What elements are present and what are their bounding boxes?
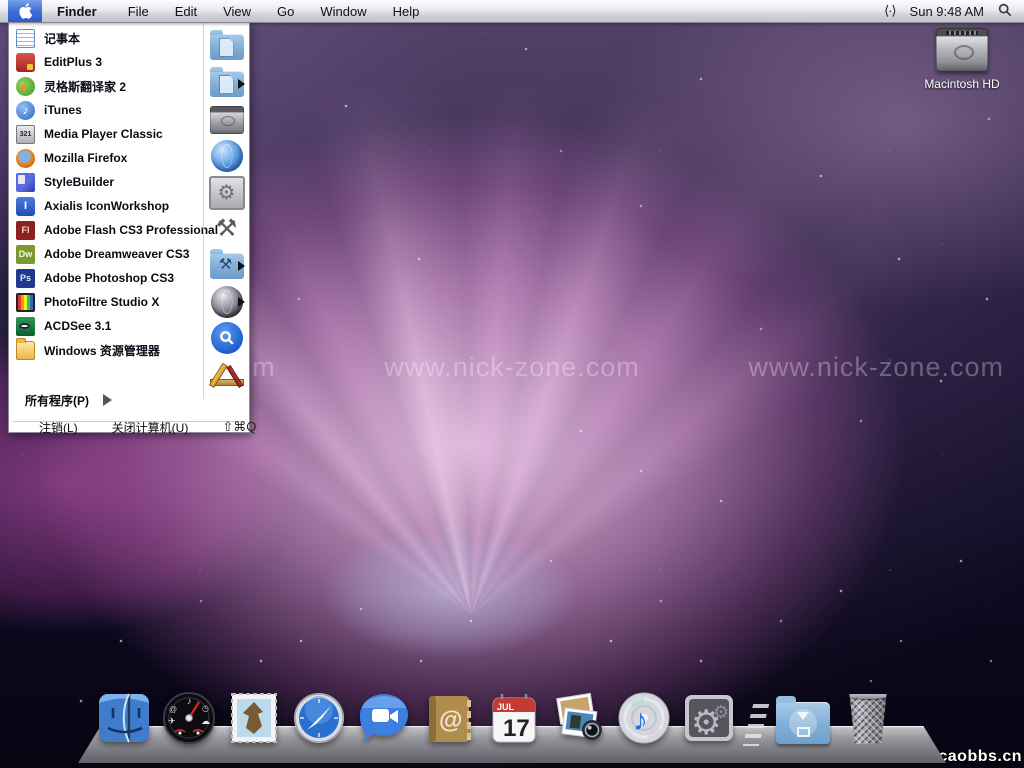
svg-text:✈: ✈ xyxy=(168,716,176,726)
system-preferences-side-icon[interactable]: ⚙ xyxy=(209,176,245,210)
menu-item-lingoes[interactable]: 灵格斯翻译家 2 xyxy=(9,74,206,98)
menu-item-dreamweaver[interactable]: DwAdobe Dreamweaver CS3 xyxy=(9,242,206,266)
dock-iphoto-icon[interactable] xyxy=(551,690,607,746)
menubar-item-file[interactable]: File xyxy=(115,0,162,22)
dock-system-preferences-icon[interactable]: ⚙ ⚙ xyxy=(681,690,737,746)
menu-item-media-player-classic[interactable]: 321Media Player Classic xyxy=(9,122,206,146)
menubar-item-window[interactable]: Window xyxy=(307,0,379,22)
menu-item-photoshop[interactable]: PsAdobe Photoshop CS3 xyxy=(9,266,206,290)
menubar-item-help[interactable]: Help xyxy=(380,0,433,22)
log-off-item[interactable]: 注销(L) xyxy=(39,419,78,436)
volume-label: Macintosh HD xyxy=(924,77,999,91)
documents-folder-icon[interactable] xyxy=(209,30,245,64)
submenu-arrow-icon xyxy=(238,297,250,307)
menubar-item-view[interactable]: View xyxy=(210,0,264,22)
axialis-icon: I xyxy=(16,197,35,216)
spotlight-side-icon[interactable] xyxy=(209,321,245,355)
svg-text:17: 17 xyxy=(503,715,530,742)
menu-footer: 注销(L) 关闭计算机(U) ⇧⌘Q xyxy=(9,422,249,432)
menu-item-acdsee[interactable]: ACDSee 3.1 xyxy=(9,314,206,338)
lingoes-icon xyxy=(16,77,35,96)
svg-text:◷: ◷ xyxy=(202,704,209,713)
dock-itunes-icon[interactable]: ♪ xyxy=(616,690,672,746)
notepad-icon xyxy=(16,29,35,48)
menubar-item-go[interactable]: Go xyxy=(264,0,307,22)
menu-item-axialis[interactable]: IAxialis IconWorkshop xyxy=(9,194,206,218)
acdsee-icon xyxy=(16,317,35,336)
menu-item-itunes[interactable]: ♪iTunes xyxy=(9,98,206,122)
menu-item-editplus[interactable]: EditPlus 3 xyxy=(9,50,206,74)
stylebuilder-icon xyxy=(16,173,35,192)
svg-text:@: @ xyxy=(439,707,462,734)
flash-icon: Fl xyxy=(16,221,35,240)
menu-item-stylebuilder[interactable]: StyleBuilder xyxy=(9,170,206,194)
dock-separator xyxy=(743,704,769,746)
start-menu-list: 记事本 EditPlus 3 灵格斯翻译家 2 ♪iTunes 321Media… xyxy=(9,26,206,362)
input-menu-icon[interactable]: ⟨·⟩ xyxy=(884,3,895,19)
dock-ichat-icon[interactable] xyxy=(356,690,412,746)
media-player-classic-icon: 321 xyxy=(16,125,35,144)
menu-item-firefox[interactable]: Mozilla Firefox xyxy=(9,146,206,170)
menubar-item-edit[interactable]: Edit xyxy=(162,0,210,22)
svg-text:♪: ♪ xyxy=(633,704,648,737)
dock-downloads-icon[interactable] xyxy=(775,690,831,746)
svg-text:♪: ♪ xyxy=(187,696,192,706)
svg-text:@: @ xyxy=(169,705,177,714)
dock-mail-icon[interactable] xyxy=(226,690,282,746)
dock: ♪ @ ◷ ☁ ✈ xyxy=(96,690,928,746)
applications-icon[interactable] xyxy=(209,358,245,392)
apple-menu-button[interactable] xyxy=(8,0,42,22)
desktop: www.nick-zone.com www.nick-zone.com www.… xyxy=(0,0,1024,768)
side-icon-column: ⚙ ⚒ ⚒ xyxy=(203,23,249,399)
utilities-caliper-icon[interactable]: ⚒ xyxy=(209,212,245,246)
shut-down-item[interactable]: 关闭计算机(U) xyxy=(112,419,189,436)
network-globe-icon[interactable] xyxy=(209,139,245,173)
developer-folder-icon[interactable]: ⚒ xyxy=(209,249,245,283)
hard-drive-icon xyxy=(936,28,988,72)
dock-dashboard-icon[interactable]: ♪ @ ◷ ☁ ✈ xyxy=(161,690,217,746)
menu-bar: Finder File Edit View Go Window Help ⟨·⟩… xyxy=(0,0,1024,23)
svg-text:⚙: ⚙ xyxy=(713,702,729,722)
firefox-icon xyxy=(16,149,35,168)
menu-item-photofiltre[interactable]: PhotoFiltre Studio X xyxy=(9,290,206,314)
editplus-icon xyxy=(16,53,35,72)
apple-start-menu: 记事本 EditPlus 3 灵格斯翻译家 2 ♪iTunes 321Media… xyxy=(8,22,250,433)
windows-explorer-icon xyxy=(16,341,35,360)
shutdown-shortcut: ⇧⌘Q xyxy=(222,419,256,435)
documents-folder-submenu-icon[interactable] xyxy=(209,67,245,101)
photofiltre-icon xyxy=(16,293,35,312)
spotlight-menu-icon[interactable] xyxy=(998,3,1012,20)
menubar-item-finder[interactable]: Finder xyxy=(42,0,115,22)
macintosh-hd-desktop-icon[interactable]: Macintosh HD xyxy=(916,28,1008,91)
svg-text:☁: ☁ xyxy=(201,716,210,726)
submenu-arrow-icon xyxy=(238,79,250,89)
dock-safari-icon[interactable] xyxy=(291,690,347,746)
apple-logo-icon xyxy=(19,3,32,19)
dock-trash-icon[interactable] xyxy=(840,690,896,746)
menubar-clock[interactable]: Sun 9:48 AM xyxy=(910,4,984,19)
hard-drive-side-icon[interactable] xyxy=(209,103,245,137)
photoshop-icon: Ps xyxy=(16,269,35,288)
all-programs-item[interactable]: 所有程序(P) xyxy=(9,387,206,413)
submenu-arrow-icon xyxy=(103,394,112,406)
submenu-arrow-icon xyxy=(238,261,250,271)
dock-addressbook-icon[interactable]: @ xyxy=(421,690,477,746)
dock-finder-icon[interactable] xyxy=(96,690,152,746)
svg-text:JUL: JUL xyxy=(497,702,515,712)
menu-item-flash[interactable]: FlAdobe Flash CS3 Professional xyxy=(9,218,206,242)
dreamweaver-icon: Dw xyxy=(16,245,35,264)
itunes-icon: ♪ xyxy=(16,101,35,120)
dock-ical-icon[interactable]: JUL 17 xyxy=(486,690,542,746)
menu-item-windows-explorer[interactable]: Windows 资源管理器 xyxy=(9,338,206,362)
menu-item-notepad[interactable]: 记事本 xyxy=(9,26,206,50)
dark-globe-icon[interactable] xyxy=(209,285,245,319)
